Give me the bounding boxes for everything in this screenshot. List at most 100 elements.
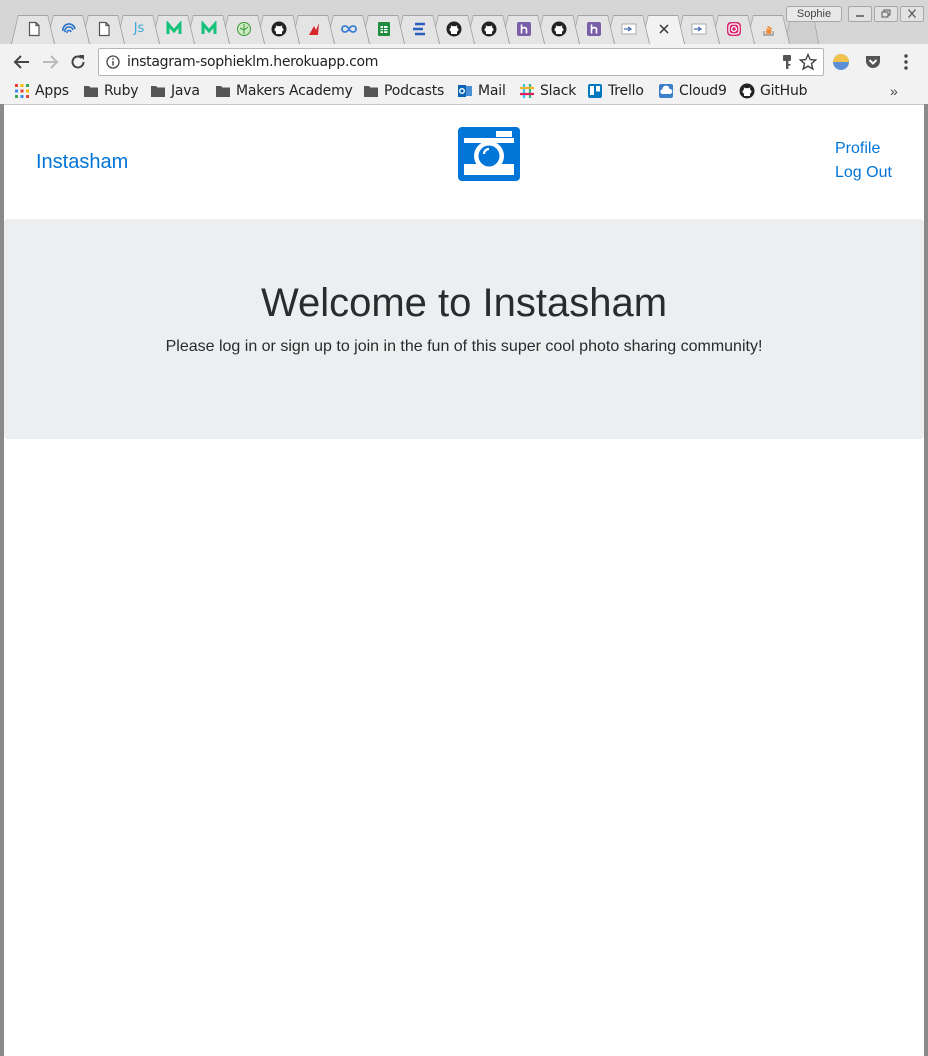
key-icon[interactable]	[781, 54, 793, 70]
folder-icon	[363, 83, 379, 99]
bookmarks-overflow-button[interactable]: »	[890, 83, 898, 99]
address-bar[interactable]: instagram-sophieklm.herokuapp.com	[98, 48, 824, 76]
bookmark-label: Java	[171, 83, 200, 99]
folder-icon	[215, 83, 231, 99]
bookmark-apps[interactable]: Apps	[14, 81, 69, 101]
reload-icon	[71, 55, 85, 69]
browser-tab[interactable]	[291, 15, 335, 44]
info-icon[interactable]	[106, 55, 120, 69]
kebab-menu-icon[interactable]	[898, 53, 914, 71]
arrow-left-icon	[13, 55, 29, 69]
github-icon	[739, 83, 755, 99]
browser-tab[interactable]	[571, 15, 615, 44]
bookmarks-bar: » Apps Ruby Java Makers Academy Podcasts Mail…	[0, 78, 928, 104]
bookmark-trello[interactable]: Trello	[587, 81, 644, 101]
close-icon[interactable]	[656, 21, 672, 37]
browser-tab[interactable]	[431, 15, 475, 44]
bookmark-label: Mail	[478, 83, 506, 99]
browser-tab[interactable]	[361, 15, 405, 44]
bookmark-label: GitHub	[760, 83, 808, 99]
forward-button[interactable]	[40, 52, 60, 72]
back-button[interactable]	[12, 52, 32, 72]
e-logo-icon	[411, 21, 427, 37]
blank-page-icon	[26, 21, 42, 37]
hero-subtitle: Please log in or sign up to join in the …	[165, 338, 763, 355]
bookmark-java[interactable]: Java	[150, 81, 200, 101]
browser-tab[interactable]	[676, 15, 720, 44]
bookmark-label: Apps	[35, 83, 69, 99]
medium-icon	[166, 21, 182, 37]
browser-tab[interactable]	[326, 15, 370, 44]
bookmark-label: Podcasts	[384, 83, 445, 99]
bookmark-label: Makers Academy	[236, 83, 353, 99]
github-icon	[271, 21, 287, 37]
browser-tab[interactable]	[221, 15, 265, 44]
github-icon	[481, 21, 497, 37]
url-text[interactable]: instagram-sophieklm.herokuapp.com	[127, 54, 378, 70]
medium-icon	[201, 21, 217, 37]
spiral-icon	[61, 21, 77, 37]
bookmark-slack[interactable]: Slack	[519, 81, 576, 101]
browser-tab[interactable]	[151, 15, 195, 44]
browser-tab[interactable]	[186, 15, 230, 44]
browser-tab[interactable]	[11, 15, 55, 44]
browser-tab[interactable]: Js	[116, 15, 160, 44]
leaf-icon	[236, 21, 252, 37]
bookmark-label: Cloud9	[679, 83, 727, 99]
restore-button[interactable]	[874, 6, 898, 22]
camera-icon[interactable]	[456, 125, 522, 183]
pocket-icon[interactable]	[864, 53, 882, 71]
browser-tab[interactable]	[711, 15, 755, 44]
window-border-right	[924, 104, 928, 1056]
folder-icon	[83, 83, 99, 99]
github-icon	[446, 21, 462, 37]
reload-button[interactable]	[68, 52, 88, 72]
page-preview-icon	[621, 21, 637, 37]
bookmark-cloud9[interactable]: Cloud9	[658, 81, 727, 101]
bookmark-github[interactable]: GitHub	[739, 81, 808, 101]
browser-tab[interactable]	[606, 15, 650, 44]
bookmark-label: Trello	[608, 83, 644, 99]
trello-icon	[587, 83, 603, 99]
folder-icon	[150, 83, 166, 99]
cloud9-icon	[658, 83, 674, 99]
github-icon	[551, 21, 567, 37]
logout-link[interactable]: Log Out	[835, 164, 892, 182]
bookmark-podcasts[interactable]: Podcasts	[363, 81, 444, 101]
infinity-icon	[341, 21, 357, 37]
hero-title: Welcome to Instasham	[260, 281, 668, 325]
web-page: Instasham Profile Log Out Welcome to Ins…	[4, 105, 924, 1056]
browser-tab[interactable]	[256, 15, 300, 44]
stackoverflow-icon	[761, 21, 777, 37]
bookmark-label: Ruby	[104, 83, 139, 99]
browser-tab[interactable]	[46, 15, 90, 44]
browser-chrome: Js Sophie instagram-sophieklm.herokuapp.…	[0, 0, 928, 105]
browser-tab[interactable]	[501, 15, 545, 44]
window-close-button[interactable]	[900, 6, 924, 22]
heroku-icon	[516, 21, 532, 37]
profile-link[interactable]: Profile	[835, 140, 880, 158]
tab-strip: Js Sophie	[0, 0, 928, 44]
bookmark-ruby[interactable]: Ruby	[83, 81, 139, 101]
blank-page-icon	[96, 21, 112, 37]
star-icon[interactable]	[799, 53, 817, 71]
bookmark-mail[interactable]: Mail	[457, 81, 506, 101]
brand-link[interactable]: Instasham	[36, 151, 128, 174]
page-preview-icon	[691, 21, 707, 37]
browser-toolbar: instagram-sophieklm.herokuapp.com	[0, 44, 928, 78]
profile-button[interactable]: Sophie	[786, 6, 842, 22]
arrow-right-icon	[43, 55, 59, 69]
browser-tab[interactable]	[536, 15, 580, 44]
browser-tab[interactable]	[641, 15, 685, 44]
hero-jumbotron: Welcome to Instasham Please log in or si…	[4, 219, 924, 439]
extension-icon[interactable]	[832, 53, 850, 71]
outlook-icon	[457, 83, 473, 99]
browser-tab[interactable]	[396, 15, 440, 44]
browser-tab[interactable]	[466, 15, 510, 44]
browser-tab[interactable]	[81, 15, 125, 44]
slack-icon	[519, 83, 535, 99]
js-icon: Js	[133, 21, 145, 36]
browser-tab[interactable]	[746, 15, 790, 44]
minimize-button[interactable]	[848, 6, 872, 22]
bookmark-makers-academy[interactable]: Makers Academy	[215, 81, 353, 101]
